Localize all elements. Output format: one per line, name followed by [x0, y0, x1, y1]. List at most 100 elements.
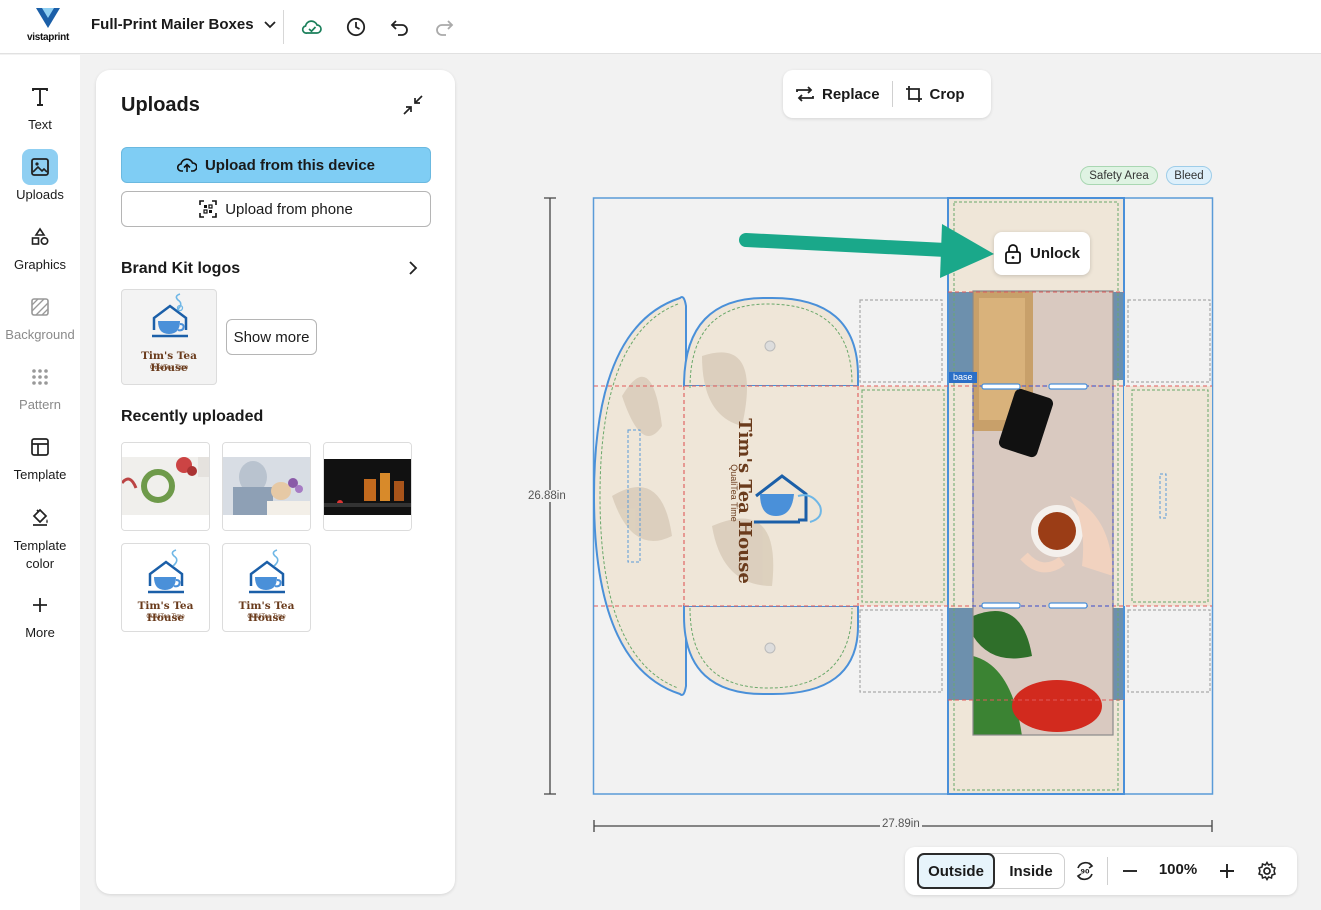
settings-button[interactable]	[1253, 857, 1281, 885]
toolbar-divider	[283, 10, 284, 44]
shapes-icon	[31, 227, 49, 246]
replace-label: Replace	[822, 85, 880, 103]
text-icon	[32, 88, 48, 106]
width-dimension: 27.89in	[880, 818, 922, 830]
rail-label: Uploads	[16, 187, 64, 202]
brand-tagline: QualiTea Time	[146, 614, 185, 620]
vistaprint-logo[interactable]: vistaprint	[22, 8, 74, 46]
rail-label: Template color	[13, 538, 67, 571]
crop-label: Crop	[929, 85, 965, 103]
rail-item-more[interactable]: More	[0, 587, 80, 640]
zoom-in-button[interactable]	[1213, 857, 1241, 885]
rotate-view-button[interactable]: 90	[1071, 857, 1099, 885]
logo-text: vistaprint	[26, 32, 69, 43]
recently-uploaded-heading: Recently uploaded	[121, 408, 264, 425]
chevron-right-icon	[409, 261, 418, 275]
pattern-icon	[32, 369, 48, 385]
brand-kit-open-button[interactable]	[406, 261, 420, 275]
top-bar: vistaprint Full-Print Mailer Boxes	[0, 0, 1321, 54]
logo-icon	[36, 8, 60, 28]
zoom-level[interactable]: 100%	[1150, 861, 1206, 878]
box-brand-tagline: QualiTea Time	[729, 464, 739, 522]
document-title: Full-Print Mailer Boxes	[91, 16, 254, 33]
cloud-upload-icon	[176, 158, 197, 172]
height-dimension: 26.88in	[526, 490, 568, 502]
left-rail: Text Uploads Graphics Background Pattern…	[0, 55, 80, 910]
rail-label: Graphics	[13, 257, 67, 272]
rail-item-uploads[interactable]: Uploads	[0, 149, 80, 202]
green-arrow-annotation	[739, 224, 994, 278]
rail-label: Pattern	[19, 397, 61, 412]
side-toggle: Outside Inside	[917, 853, 1065, 889]
brand-kit-heading: Brand Kit logos	[121, 260, 241, 277]
front-panel	[858, 386, 948, 606]
brand-logo-thumbnail[interactable]: Tim's Tea House QualiTea Time	[121, 289, 217, 385]
plus-icon	[1220, 864, 1234, 878]
base-tag: base	[953, 372, 973, 382]
clock-icon	[346, 17, 366, 37]
wreath-photo	[122, 443, 209, 530]
history-button[interactable]	[342, 13, 370, 41]
document-title-dropdown[interactable]: Full-Print Mailer Boxes	[91, 16, 276, 33]
rail-item-template[interactable]: Template	[0, 429, 80, 482]
view-controls-bar: Outside Inside 90 100%	[905, 847, 1297, 895]
collapse-panel-button[interactable]	[402, 94, 424, 116]
paint-bucket-icon	[32, 508, 48, 526]
zoom-out-button[interactable]	[1116, 857, 1144, 885]
mailer-box-canvas[interactable]	[592, 196, 1216, 798]
lock-icon	[1005, 243, 1021, 264]
crop-icon	[905, 86, 922, 102]
replace-button[interactable]: Replace	[783, 85, 892, 103]
unlock-label: Unlock	[1029, 245, 1080, 262]
image-icon	[31, 158, 49, 176]
redo-button[interactable]	[430, 13, 458, 41]
show-more-button[interactable]: Show more	[226, 319, 317, 355]
qr-scan-icon	[199, 200, 218, 218]
cloud-saved-button[interactable]	[298, 13, 326, 41]
image-toolbox: Replace Crop	[783, 70, 991, 118]
recent-upload-thumbnail[interactable]	[222, 442, 311, 531]
recent-upload-thumbnail[interactable]	[121, 442, 210, 531]
bottom-divider	[1107, 857, 1108, 885]
rail-label: Text	[28, 117, 52, 132]
rail-item-background[interactable]: Background	[0, 289, 80, 342]
tea-photo[interactable]	[973, 291, 1113, 736]
rail-item-template-color[interactable]: Template color	[0, 499, 80, 573]
recent-upload-logo-thumbnail[interactable]: Tim's Tea House QualiTea Time	[222, 543, 311, 632]
tea-house-logo-icon	[152, 293, 188, 338]
tea-house-logo-icon	[249, 549, 285, 594]
undo-button[interactable]	[386, 13, 414, 41]
crop-button[interactable]: Crop	[893, 85, 977, 103]
brand-name: Tim's Tea House	[238, 600, 295, 624]
upload-from-device-button[interactable]: Upload from this device	[121, 147, 431, 183]
drinks-photo	[324, 443, 411, 530]
upload-device-label: Upload from this device	[204, 156, 376, 174]
unlock-button[interactable]: Unlock	[994, 232, 1090, 275]
brand-name: Tim's Tea House	[137, 600, 194, 624]
background-icon	[31, 298, 49, 316]
upload-phone-label: Upload from phone	[225, 200, 353, 218]
upload-from-phone-button[interactable]: Upload from phone	[121, 191, 431, 227]
rotate-360-icon: 90	[1076, 861, 1094, 881]
replace-icon	[796, 86, 814, 102]
outside-tab[interactable]: Outside	[917, 853, 995, 889]
safety-area-legend: Safety Area	[1080, 166, 1158, 185]
right-panel	[1124, 386, 1212, 606]
collapse-icon	[403, 95, 423, 115]
tea-house-logo-icon	[148, 549, 184, 594]
panel-title: Uploads	[121, 94, 200, 116]
template-icon	[31, 438, 49, 456]
redo-icon	[436, 20, 454, 36]
brand-tagline: QualiTea Time	[149, 365, 189, 371]
rail-label: Background	[5, 327, 75, 342]
rail-label: Template	[13, 467, 67, 482]
recent-upload-logo-thumbnail[interactable]: Tim's Tea House QualiTea Time	[121, 543, 210, 632]
brand-tagline: QualiTea Time	[247, 614, 286, 620]
people-photo	[223, 443, 310, 530]
inside-tab[interactable]: Inside	[996, 854, 1066, 888]
uploads-panel: Uploads Upload from this device Upload f…	[96, 70, 455, 894]
recent-upload-thumbnail[interactable]	[323, 442, 412, 531]
rail-item-graphics[interactable]: Graphics	[0, 219, 80, 272]
rail-item-pattern[interactable]: Pattern	[0, 359, 80, 412]
rail-item-text[interactable]: Text	[0, 79, 80, 132]
